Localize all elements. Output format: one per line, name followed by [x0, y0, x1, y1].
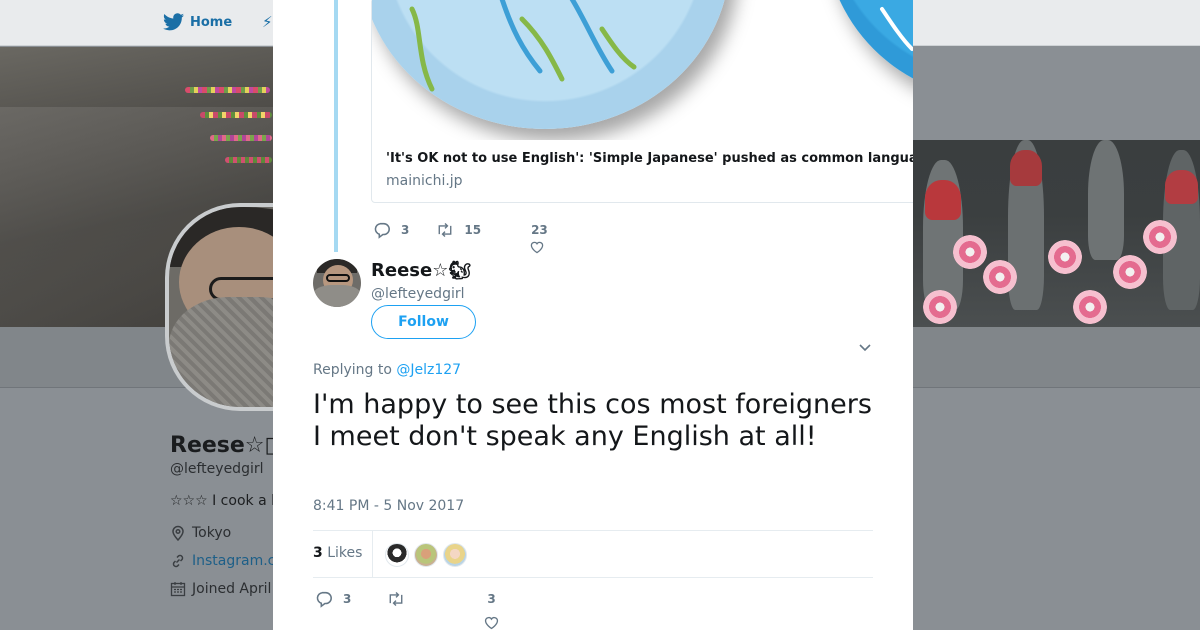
profile-bio: ☆☆☆ I cook a l	[170, 493, 275, 509]
banner-pinwheel	[953, 235, 987, 269]
parent-retweet-count: 15	[464, 223, 482, 237]
banner-pinwheel	[923, 290, 957, 324]
likes-count: 3	[313, 545, 323, 561]
tweet-actions: 3 3	[315, 590, 499, 630]
parent-tweet-actions: 3 15 23	[373, 221, 548, 254]
profile-joined-text: Joined April	[192, 581, 272, 597]
banner-pinwheel	[1048, 240, 1082, 274]
reply-button[interactable]: 3	[315, 590, 351, 608]
link-card-title[interactable]: 'It's OK not to use English': 'Simple Ja…	[386, 151, 913, 166]
author-avatar-glasses	[326, 274, 350, 282]
link-card-domain: mainichi.jp	[386, 173, 463, 189]
author-avatar[interactable]	[313, 259, 361, 307]
twitter-bird-icon	[163, 13, 184, 31]
quoted-link-card[interactable]: 'It's OK not to use English': 'Simple Ja…	[371, 0, 913, 203]
banner-pinwheel	[1143, 220, 1177, 254]
thread-connector-line	[334, 0, 338, 252]
chevron-down-icon[interactable]	[858, 340, 872, 354]
parent-reply-count: 3	[401, 223, 410, 237]
author-name[interactable]: Reese☆🐿	[371, 260, 471, 281]
link-card-image	[372, 0, 913, 140]
author-avatar-scarf	[313, 285, 361, 307]
profile-joined: Joined April	[170, 581, 271, 597]
tweet-text: I'm happy to see this cos most foreigner…	[313, 389, 872, 452]
profile-location-text: Tokyo	[192, 525, 232, 541]
profile-website-link[interactable]: Instagram.c	[192, 553, 275, 569]
banner-flowers	[185, 87, 270, 93]
liker-avatar[interactable]	[385, 543, 409, 567]
retweet-button[interactable]	[387, 590, 405, 608]
parent-like-count: 23	[531, 223, 548, 237]
parent-like-button[interactable]: 23	[530, 223, 548, 254]
reply-count: 3	[343, 592, 352, 606]
likes-stat[interactable]: 3 Likes	[313, 545, 362, 561]
profile-name-text: Reese☆	[170, 433, 265, 458]
profile-website[interactable]: Instagram.c	[170, 553, 275, 569]
card-image-leaves	[409, 0, 913, 92]
profile-name[interactable]: Reese☆▯	[170, 433, 277, 458]
likes-label: Likes	[327, 545, 363, 561]
link-icon	[172, 554, 184, 568]
calendar-icon	[170, 582, 186, 597]
heart-icon	[530, 241, 544, 254]
tweet-modal: 'It's OK not to use English': 'Simple Ja…	[273, 0, 913, 630]
like-count: 3	[487, 592, 496, 606]
liker-avatar[interactable]	[414, 543, 438, 567]
like-button[interactable]: 3	[485, 592, 499, 630]
banner-flowers	[210, 135, 272, 141]
banner-statue	[1165, 170, 1198, 204]
replying-to-line: Replying to @Jelz127	[313, 362, 461, 378]
banner-statue	[1088, 140, 1124, 260]
tweet-timestamp[interactable]: 8:41 PM - 5 Nov 2017	[313, 498, 464, 514]
banner-flowers	[200, 112, 272, 118]
profile-handle: @lefteyedgirl	[170, 461, 264, 477]
reply-icon	[374, 222, 390, 239]
heart-icon	[485, 616, 499, 630]
profile-location: Tokyo	[170, 525, 231, 541]
banner-pinwheel	[1073, 290, 1107, 324]
parent-retweet-button[interactable]: 15	[436, 221, 481, 239]
banner-statue	[925, 180, 961, 220]
liker-avatar[interactable]	[443, 543, 467, 567]
parent-reply-button[interactable]: 3	[373, 221, 409, 239]
replying-to-mention[interactable]: @Jelz127	[396, 362, 461, 378]
follow-button[interactable]: Follow	[371, 305, 476, 339]
replying-to-prefix: Replying to	[313, 362, 392, 378]
tweet-stats: 3 Likes	[313, 530, 873, 578]
banner-pinwheel	[1113, 255, 1147, 289]
banner-pinwheel	[983, 260, 1017, 294]
retweet-icon	[389, 591, 403, 607]
nav-home-label: Home	[190, 14, 233, 30]
retweet-icon	[438, 222, 452, 238]
reply-icon	[316, 591, 332, 608]
nav-home-link[interactable]: Home	[163, 13, 232, 31]
author-handle[interactable]: @lefteyedgirl	[371, 286, 465, 302]
banner-statue	[1010, 150, 1042, 186]
location-pin-icon	[172, 525, 184, 541]
banner-flowers	[225, 157, 272, 163]
profile-banner-right	[913, 140, 1200, 327]
stats-divider	[372, 531, 373, 578]
